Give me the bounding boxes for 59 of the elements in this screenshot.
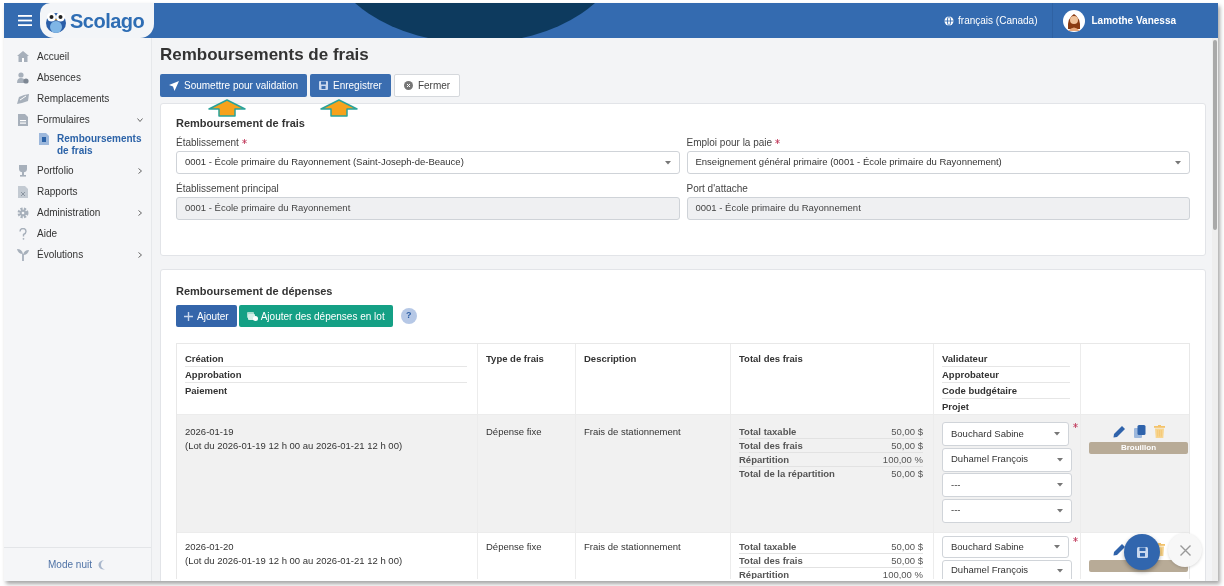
field-label: Établissement bbox=[176, 138, 680, 151]
sidebar-item[interactable]: Évolutions bbox=[17, 244, 143, 265]
language-selector[interactable]: français (Canada) bbox=[944, 3, 1052, 38]
total-label: Total de la répartition bbox=[739, 467, 835, 480]
status-badge: Brouillon bbox=[1089, 442, 1188, 454]
field-label: Port d'attache bbox=[686, 184, 749, 196]
logo[interactable]: Scolago bbox=[40, 3, 154, 38]
sidebar-item[interactable]: Administration bbox=[17, 202, 143, 223]
select-field[interactable]: --- bbox=[942, 498, 1072, 523]
total-label: Total des frais bbox=[739, 439, 803, 452]
total-label: Total des frais bbox=[739, 554, 803, 567]
table-cell: 2026-01-20 (Lot du 2026-01-19 12 h 00 au 2026-01-21 12 h 00) bbox=[177, 532, 478, 579]
total-label: Répartition bbox=[739, 453, 790, 466]
save-button[interactable]: Enregistrer bbox=[309, 74, 391, 97]
select-field[interactable]: Bouchard Sabine bbox=[942, 422, 1069, 446]
sidebar-item[interactable]: Rapports bbox=[17, 181, 143, 202]
total-value: 50,00 $ bbox=[891, 425, 923, 438]
select-field[interactable]: Bouchard Sabine bbox=[942, 536, 1069, 558]
user-menu[interactable]: Lamothe Vanessa bbox=[1051, 3, 1218, 38]
total-label: Total taxable bbox=[739, 540, 797, 553]
total-value: 50,00 $ bbox=[891, 540, 923, 553]
section-title: Remboursement de dépenses bbox=[176, 286, 334, 297]
total-value: 50,00 $ bbox=[891, 439, 923, 452]
total-label: Total taxable bbox=[739, 425, 797, 438]
field-label: Emploi pour la paie bbox=[686, 138, 1190, 151]
total-value: 50,00 $ bbox=[891, 467, 923, 480]
total-value: 100,00 % bbox=[882, 453, 923, 466]
table-cell: 2026-01-19 (Lot du 2026-01-19 12 h 00 au 2026-01-21 12 h 00) bbox=[177, 414, 478, 532]
language-label: français (Canada) bbox=[958, 14, 1038, 28]
select-field[interactable]: 0001 - École primaire du Rayonnement (Saint-Joseph-de-Beauce) bbox=[176, 151, 680, 174]
total-value: 50,00 $ bbox=[891, 554, 923, 567]
add-button[interactable]: Ajouter bbox=[176, 305, 237, 327]
select-field[interactable]: Duhamel François bbox=[942, 559, 1072, 579]
select-field[interactable]: Duhamel François bbox=[942, 447, 1072, 472]
table-cell: Frais de stationnement bbox=[576, 414, 731, 532]
page-title: Remboursements de frais bbox=[160, 44, 370, 66]
sidebar-subitem[interactable]: Remboursements de frais bbox=[17, 130, 143, 160]
close-button[interactable]: Fermer bbox=[393, 74, 461, 97]
night-mode-toggle[interactable]: Mode nuit bbox=[48, 557, 107, 572]
sidebar-item[interactable]: Portfolio bbox=[17, 160, 143, 181]
select-field[interactable]: Enseignement général primaire (0001 - École primaire du Rayonnement) bbox=[686, 151, 1190, 174]
table-cell: Dépense fixe bbox=[478, 532, 576, 579]
app-name: Scolago bbox=[70, 10, 145, 31]
sidebar-item[interactable]: Formulaires bbox=[17, 109, 143, 130]
select-field[interactable]: --- bbox=[942, 473, 1072, 497]
sidebar-item[interactable]: Aide bbox=[17, 223, 143, 244]
table-cell: Frais de stationnement bbox=[576, 532, 731, 579]
section-title: Remboursement de frais bbox=[176, 118, 306, 129]
user-name: Lamothe Vanessa bbox=[1091, 14, 1176, 28]
submit-button[interactable]: Soumettre pour validation bbox=[160, 74, 307, 97]
sidebar-item[interactable]: Accueil bbox=[17, 46, 143, 67]
sidebar-item[interactable]: Absences bbox=[17, 67, 143, 88]
help-button[interactable]: ? bbox=[400, 308, 417, 324]
readonly-field: 0001 - École primaire du Rayonnement bbox=[176, 197, 680, 220]
readonly-field: 0001 - École primaire du Rayonnement bbox=[686, 197, 1190, 220]
total-value: 100,00 % bbox=[882, 568, 923, 579]
table-cell: Dépense fixe bbox=[478, 414, 576, 532]
sidebar-item[interactable]: Remplacements bbox=[17, 88, 143, 109]
field-label: Établissement principal bbox=[176, 184, 280, 196]
